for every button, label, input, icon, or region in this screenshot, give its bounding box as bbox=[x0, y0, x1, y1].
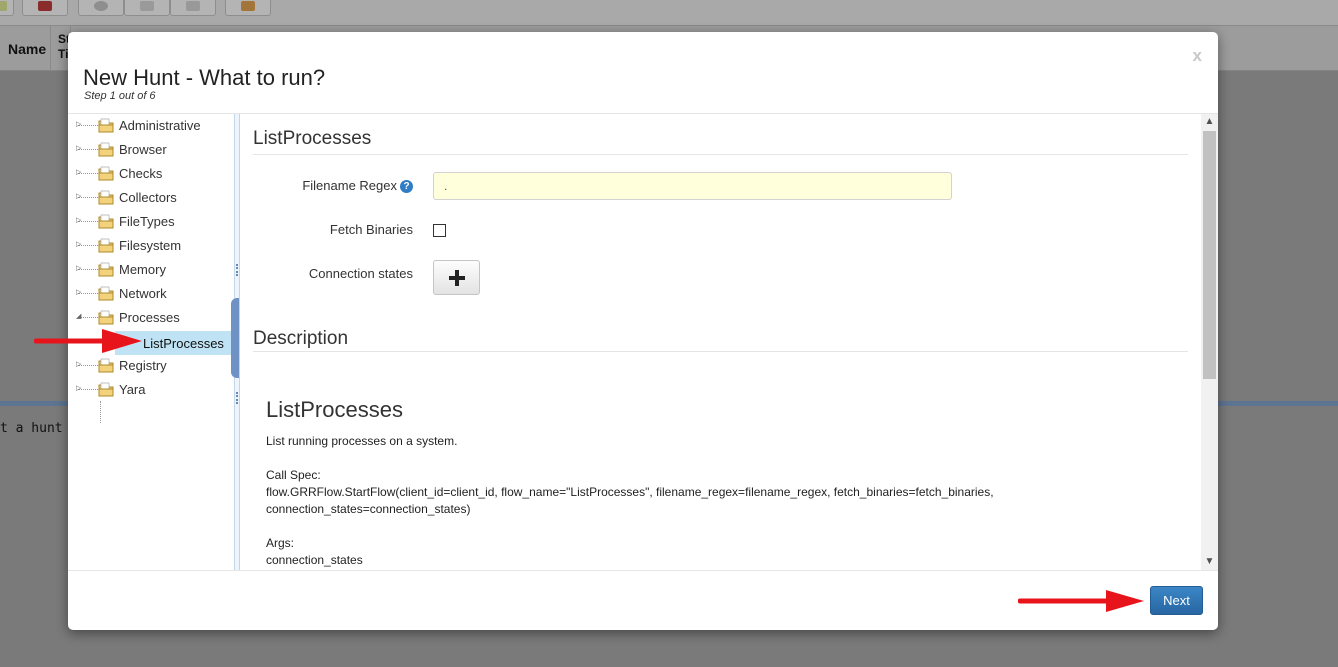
filename-regex-label: Filename Regex? bbox=[302, 178, 413, 193]
toolbar-stop-button bbox=[22, 0, 68, 16]
expand-icon[interactable]: ▷ bbox=[76, 193, 83, 201]
tree-item-label: Browser bbox=[119, 142, 167, 157]
tree-connector bbox=[100, 401, 101, 423]
expand-icon[interactable]: ▷ bbox=[76, 217, 83, 225]
new-hunt-dialog: x New Hunt - What to run? Step 1 out of … bbox=[68, 32, 1218, 630]
tree-item-filetypes[interactable]: ▷ FileTypes bbox=[76, 211, 232, 233]
section-divider bbox=[253, 351, 1188, 352]
annotation-arrow-icon bbox=[1018, 590, 1144, 612]
annotation-arrow-icon bbox=[34, 329, 142, 353]
folder-icon bbox=[98, 190, 114, 205]
fetch-binaries-checkbox[interactable] bbox=[433, 224, 446, 237]
folder-icon bbox=[98, 262, 114, 277]
add-connection-state-button[interactable] bbox=[433, 260, 480, 295]
tree-item-collectors[interactable]: ▷ Collectors bbox=[76, 187, 232, 209]
expand-icon[interactable]: ▷ bbox=[76, 361, 83, 369]
tree-item-label: FileTypes bbox=[119, 214, 175, 229]
expand-icon[interactable]: ▷ bbox=[76, 385, 83, 393]
description-heading: Description bbox=[253, 328, 349, 349]
dialog-title: New Hunt - What to run? bbox=[83, 65, 326, 90]
column-header: Name bbox=[0, 26, 51, 71]
tree-item-filesystem[interactable]: ▷ Filesystem bbox=[76, 235, 232, 257]
close-button[interactable]: x bbox=[1193, 46, 1202, 66]
help-icon[interactable]: ? bbox=[400, 180, 413, 193]
toolbar-settings-button bbox=[78, 0, 124, 16]
call-spec-text: connection_states=connection_states) bbox=[266, 502, 471, 516]
toolbar-hunt-button bbox=[225, 0, 271, 16]
call-spec-text: flow.GRRFlow.StartFlow(client_id=client_… bbox=[266, 485, 994, 499]
next-button[interactable]: Next bbox=[1150, 586, 1203, 615]
toolbar-button bbox=[0, 0, 14, 16]
scroll-down-icon[interactable]: ▼ bbox=[1201, 554, 1218, 570]
tree-item-label: Memory bbox=[119, 262, 166, 277]
folder-icon bbox=[98, 238, 114, 253]
folder-icon bbox=[98, 142, 114, 157]
connection-states-label: Connection states bbox=[308, 266, 413, 281]
tree-item-label: Registry bbox=[119, 358, 167, 373]
tree-item-checks[interactable]: ▷ Checks bbox=[76, 163, 232, 185]
flow-form-title: ListProcesses bbox=[253, 128, 372, 149]
folder-icon bbox=[98, 310, 114, 325]
folder-icon bbox=[98, 118, 114, 133]
folder-icon bbox=[98, 286, 114, 301]
tree-item-label: Filesystem bbox=[119, 238, 182, 253]
tree-item-label: Collectors bbox=[119, 190, 177, 205]
toolbar-delete-button bbox=[170, 0, 216, 16]
tree-item-yara[interactable]: ▷ Yara bbox=[76, 379, 232, 401]
tree-item-network[interactable]: ▷ Network bbox=[76, 283, 232, 305]
scroll-thumb[interactable] bbox=[1203, 131, 1216, 379]
folder-icon bbox=[98, 358, 114, 373]
tree-item-memory[interactable]: ▷ Memory bbox=[76, 259, 232, 281]
args-label: Args: bbox=[266, 536, 295, 550]
folder-icon bbox=[98, 166, 114, 181]
splitter-collapse-handle[interactable] bbox=[231, 298, 239, 378]
call-spec-label: Call Spec: bbox=[266, 468, 321, 482]
expand-icon[interactable]: ▷ bbox=[76, 265, 83, 273]
step-indicator: Step 1 out of 6 bbox=[84, 90, 156, 102]
tree-item-label: ListProcesses bbox=[143, 336, 224, 351]
filename-regex-input[interactable] bbox=[433, 172, 952, 200]
tree-item-registry[interactable]: ▷ Registry bbox=[76, 355, 232, 377]
tree-item-label: Checks bbox=[119, 166, 163, 181]
splitter-grip bbox=[236, 392, 238, 404]
content-scrollbar[interactable]: ▲ ▼ bbox=[1201, 114, 1218, 570]
args-text: connection_states bbox=[266, 553, 363, 567]
folder-icon bbox=[98, 214, 114, 229]
folder-icon bbox=[98, 382, 114, 397]
splitter-grip bbox=[236, 264, 238, 276]
expand-icon[interactable]: ▷ bbox=[76, 121, 83, 129]
scroll-up-icon[interactable]: ▲ bbox=[1201, 114, 1218, 130]
tree-item-label: Network bbox=[119, 286, 167, 301]
fetch-binaries-label: Fetch Binaries bbox=[329, 222, 413, 237]
section-divider bbox=[253, 154, 1188, 155]
expand-icon[interactable]: ▷ bbox=[76, 169, 83, 177]
description-summary: List running processes on a system. bbox=[266, 434, 458, 448]
tree-item-label: Processes bbox=[119, 310, 180, 325]
tree-item-label: Administrative bbox=[119, 118, 201, 133]
tree-item-label: Yara bbox=[119, 382, 146, 397]
tree-item-administrative[interactable]: ▷ Administrative bbox=[76, 115, 232, 137]
expand-icon[interactable]: ▷ bbox=[76, 289, 83, 297]
expand-icon[interactable]: ▷ bbox=[76, 145, 83, 153]
collapse-icon[interactable]: ◢ bbox=[76, 313, 83, 321]
flow-form-pane: ListProcesses Filename Regex? Fetch Bina… bbox=[240, 114, 1218, 570]
tree-item-browser[interactable]: ▷ Browser bbox=[76, 139, 232, 161]
filename-regex-label-text: Filename Regex bbox=[302, 178, 397, 193]
toolbar-copy-button bbox=[124, 0, 170, 16]
expand-icon[interactable]: ▷ bbox=[76, 241, 83, 249]
background-toolbar bbox=[0, 0, 1338, 26]
description-flow-name: ListProcesses bbox=[266, 397, 403, 422]
dialog-body: ▷ Administrative ▷ Browser ▷ Checks ▷ Collector… bbox=[68, 113, 1218, 571]
